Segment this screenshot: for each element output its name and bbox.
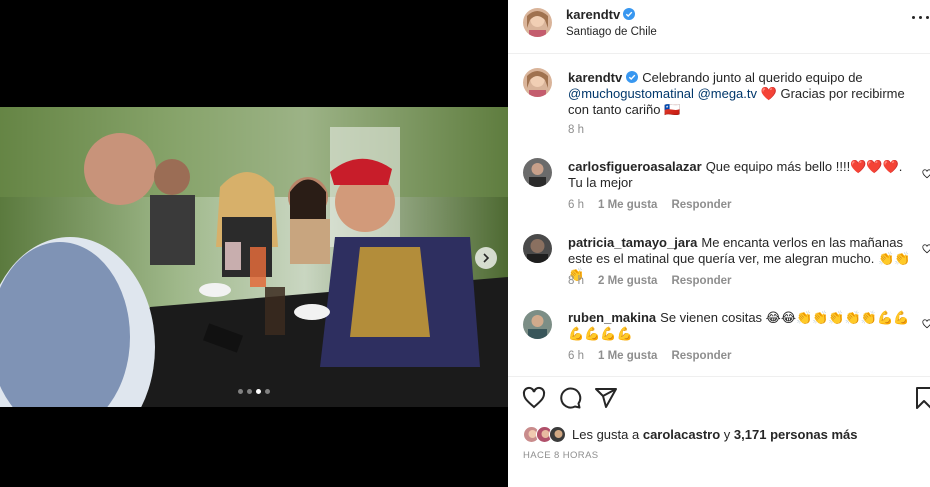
- post-photo[interactable]: [0, 107, 508, 407]
- post-details-panel: karendtv Santiago de Chile karendtv Celeb…: [508, 0, 930, 487]
- likes-joiner: y: [723, 426, 731, 442]
- section-divider: [508, 376, 930, 377]
- verified-badge-icon: [623, 8, 636, 20]
- likes-prefix: Les gusta a: [572, 426, 640, 442]
- action-bar: [508, 386, 930, 412]
- group-photo-image: [0, 107, 508, 407]
- comment-time[interactable]: 8 h: [568, 275, 584, 287]
- comment-likes[interactable]: 2 Me gusta: [598, 275, 657, 287]
- likes-user[interactable]: carolacastro: [643, 427, 720, 442]
- carousel-dot-active: [256, 389, 261, 394]
- caption-body: karendtv Celebrando junto al querido equi…: [568, 70, 918, 118]
- reply-button[interactable]: Responder: [671, 199, 731, 211]
- liker-avatar: [549, 425, 566, 443]
- comment-time[interactable]: 6 h: [568, 199, 584, 211]
- mention-link[interactable]: @mega.tv: [698, 86, 757, 101]
- comment-username[interactable]: ruben_makina: [568, 310, 656, 325]
- heart-emoji: ❤️: [760, 86, 777, 101]
- reply-button[interactable]: Responder: [671, 350, 731, 362]
- caption-username[interactable]: karendtv: [568, 70, 622, 85]
- caption-time[interactable]: 8 h: [568, 124, 584, 136]
- chevron-right-icon: [483, 253, 490, 263]
- bookmark-icon[interactable]: [912, 386, 930, 410]
- comment-meta: 6 h 1 Me gusta Responder: [568, 199, 732, 211]
- commenter-avatar[interactable]: [523, 158, 552, 187]
- likes-count[interactable]: 3,171 personas más: [734, 427, 858, 442]
- more-options-icon[interactable]: [912, 16, 930, 22]
- comment-likes[interactable]: 1 Me gusta: [598, 350, 657, 362]
- author-username-row[interactable]: karendtv: [566, 7, 636, 22]
- comment-like-heart-icon[interactable]: [922, 169, 930, 179]
- comment-username[interactable]: patricia_tamayo_jara: [568, 235, 697, 250]
- commenter-avatar[interactable]: [523, 234, 552, 263]
- heart-icon[interactable]: [522, 386, 546, 410]
- comment-likes[interactable]: 1 Me gusta: [598, 199, 657, 211]
- reply-button[interactable]: Responder: [671, 275, 731, 287]
- caption-text: Celebrando junto al querido equipo de: [642, 70, 863, 85]
- post-media: [0, 0, 508, 487]
- comment-body: ruben_makina Se vienen cositas 😂😂👏👏👏👏👏💪💪💪…: [568, 310, 918, 342]
- comment-icon[interactable]: [558, 386, 582, 410]
- author-username[interactable]: karendtv: [566, 7, 620, 22]
- post-timestamp[interactable]: HACE 8 HORAS: [523, 450, 599, 461]
- caption-meta: 8 h: [568, 124, 584, 136]
- author-avatar[interactable]: [523, 8, 552, 37]
- comment-like-heart-icon[interactable]: [922, 244, 930, 254]
- comment-username[interactable]: carlosfigueroasalazar: [568, 159, 702, 174]
- carousel-dot: [265, 389, 270, 394]
- likes-summary: Les gusta a carolacastro y 3,171 persona…: [523, 425, 858, 443]
- carousel-next-button[interactable]: [475, 247, 497, 269]
- flag-emoji: 🇨🇱: [664, 102, 681, 117]
- comment-meta: 6 h 1 Me gusta Responder: [568, 350, 732, 362]
- verified-badge-icon: [626, 71, 639, 83]
- comment-like-heart-icon[interactable]: [922, 319, 930, 329]
- carousel-dot: [238, 389, 243, 394]
- carousel-dots: [0, 389, 508, 394]
- comment-meta: 8 h 2 Me gusta Responder: [568, 275, 732, 287]
- liker-avatars[interactable]: [523, 425, 566, 443]
- post-location[interactable]: Santiago de Chile: [566, 26, 657, 38]
- comment-body: carlosfigueroasalazar Que equipo más bell…: [568, 159, 918, 191]
- share-icon[interactable]: [594, 386, 618, 410]
- carousel-dot: [247, 389, 252, 394]
- mention-link[interactable]: @muchogustomatinal: [568, 86, 694, 101]
- post-header: karendtv Santiago de Chile: [508, 0, 930, 54]
- commenter-avatar[interactable]: [523, 310, 552, 339]
- author-avatar[interactable]: [523, 68, 552, 97]
- comment-time[interactable]: 6 h: [568, 350, 584, 362]
